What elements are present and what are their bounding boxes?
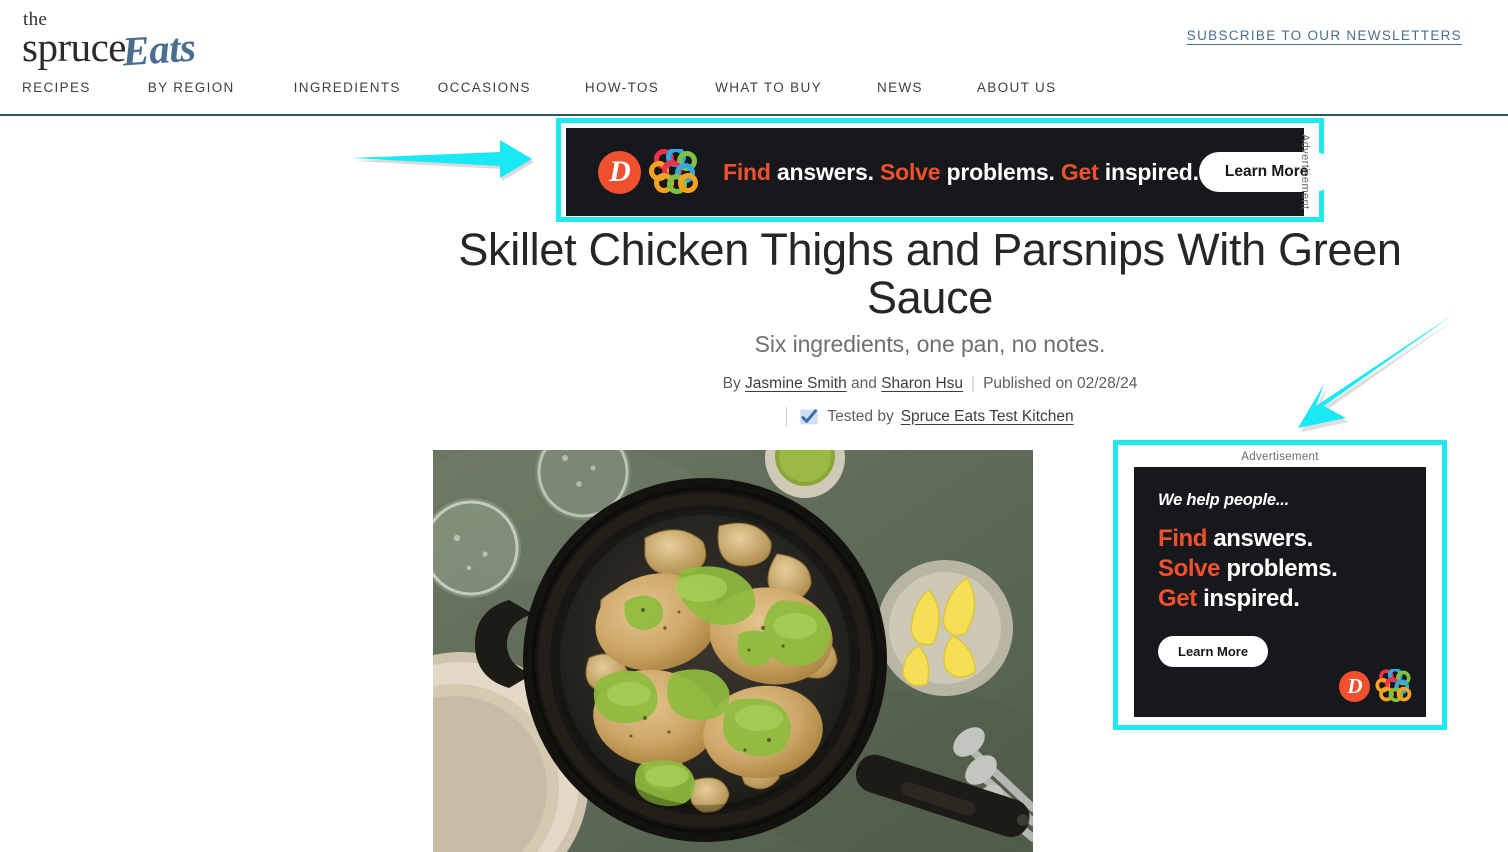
banner-rest-inspired: inspired. <box>1098 158 1199 185</box>
article-subtitle: Six ingredients, one pan, no notes. <box>754 331 1106 357</box>
sidebar-ad-line-3: Get inspired. <box>1158 584 1426 614</box>
banner-ad-highlight-box: D Find answers. Solve problems. Get insp… <box>556 118 1335 222</box>
banner-accent-solve: Solve <box>879 158 941 185</box>
dotdash-d-icon-sidebar: D <box>1339 670 1370 702</box>
nav-item-ingredients[interactable]: INGREDIENTS <box>294 80 401 95</box>
test-kitchen-link[interactable]: Spruce Eats Test Kitchen <box>901 408 1074 426</box>
dotdash-d-letter: D <box>609 155 631 188</box>
sidebar-ad-learn-more-button[interactable]: Learn More <box>1158 636 1269 667</box>
banner-ad-headline: Find answers. Solve problems. Get inspir… <box>723 159 1199 186</box>
nav-item-news[interactable]: NEWS <box>877 80 923 95</box>
banner-rest-answers: answers. <box>770 158 880 185</box>
recipe-hero-image <box>433 450 1033 852</box>
sidebar-ad-kicker: We help people... <box>1158 491 1290 509</box>
nav-item-about-us[interactable]: ABOUT US <box>977 80 1057 95</box>
banner-ad-label: Advertisement <box>1299 134 1311 210</box>
page-title: Skillet Chicken Thighs and Parsnips With… <box>458 224 1402 323</box>
nav-item-occasions[interactable]: OCCASIONS <box>438 80 531 95</box>
sidebar-rest-problems: problems. <box>1220 555 1338 582</box>
banner-accent-find: Find <box>723 158 771 185</box>
banner-ad-logos: D <box>598 149 699 195</box>
subscribe-newsletter-link[interactable]: SUBSCRIBE TO OUR NEWSLETTERS <box>1187 28 1462 43</box>
meredith-flower-icon <box>649 149 698 194</box>
sidebar-ad-line-2: Solve problems. <box>1158 554 1426 584</box>
dotdash-d-icon: D <box>598 150 641 194</box>
logo-eats-text: Eats <box>120 23 197 75</box>
site-header: the spruceEats SUBSCRIBE TO OUR NEWSLETT… <box>0 0 1508 116</box>
tested-by-row: Tested by Spruce Eats Test Kitchen <box>414 406 1446 427</box>
sidebar-accent-get: Get <box>1158 585 1197 612</box>
annotation-arrow-to-banner-ad <box>352 140 534 181</box>
banner-advertisement[interactable]: D Find answers. Solve problems. Get insp… <box>566 128 1335 216</box>
nav-item-how-tos[interactable]: HOW-TOS <box>585 80 659 95</box>
verified-check-icon <box>800 409 819 425</box>
sidebar-advertisement[interactable]: We help people... Find answers. Solve pr… <box>1134 467 1426 717</box>
byline-by-text: By <box>722 375 746 392</box>
tested-by-text: Tested by <box>827 407 894 425</box>
banner-accent-get: Get <box>1060 158 1099 185</box>
page-root: the spruceEats SUBSCRIBE TO OUR NEWSLETT… <box>0 0 1508 852</box>
sidebar-accent-solve: Solve <box>1158 555 1221 582</box>
sidebar-ad-label: Advertisement <box>1241 451 1319 463</box>
author-link-1[interactable]: Jasmine Smith <box>745 375 847 392</box>
sidebar-accent-find: Find <box>1158 525 1208 552</box>
nav-item-recipes[interactable]: RECIPES <box>22 80 91 95</box>
tested-separator <box>786 406 788 427</box>
header-divider <box>0 114 1508 116</box>
banner-ad-learn-more-button[interactable]: Learn More <box>1198 152 1335 192</box>
byline: By Jasmine Smith and Sharon Hsu | Publishe… <box>414 375 1446 393</box>
sidebar-rest-answers: answers. <box>1207 525 1313 552</box>
byline-and-text: and <box>846 375 882 392</box>
sidebar-ad-logos: D <box>1339 669 1412 703</box>
main-navigation: RECIPES BY REGION INGREDIENTS OCCASIONS … <box>22 80 1056 95</box>
banner-rest-problems: problems. <box>940 158 1061 185</box>
sidebar-ad-line-1: Find answers. <box>1158 524 1426 554</box>
logo-spruce-text: spruce <box>22 24 127 70</box>
nav-item-by-region[interactable]: BY REGION <box>148 80 235 95</box>
published-date: Published on 02/28/24 <box>983 375 1138 392</box>
author-link-2[interactable]: Sharon Hsu <box>881 375 963 392</box>
sidebar-rest-inspired: inspired. <box>1196 585 1300 612</box>
site-logo[interactable]: the spruceEats <box>22 10 252 74</box>
dotdash-d-letter-sidebar: D <box>1347 673 1362 698</box>
nav-item-what-to-buy[interactable]: WHAT TO BUY <box>715 80 822 95</box>
meredith-flower-icon-sidebar <box>1375 669 1412 703</box>
byline-separator: | <box>971 375 976 392</box>
sidebar-ad-highlight-box: Advertisement We help people... Find ans… <box>1113 440 1447 730</box>
logo-wordmark: spruceEats <box>22 23 252 74</box>
